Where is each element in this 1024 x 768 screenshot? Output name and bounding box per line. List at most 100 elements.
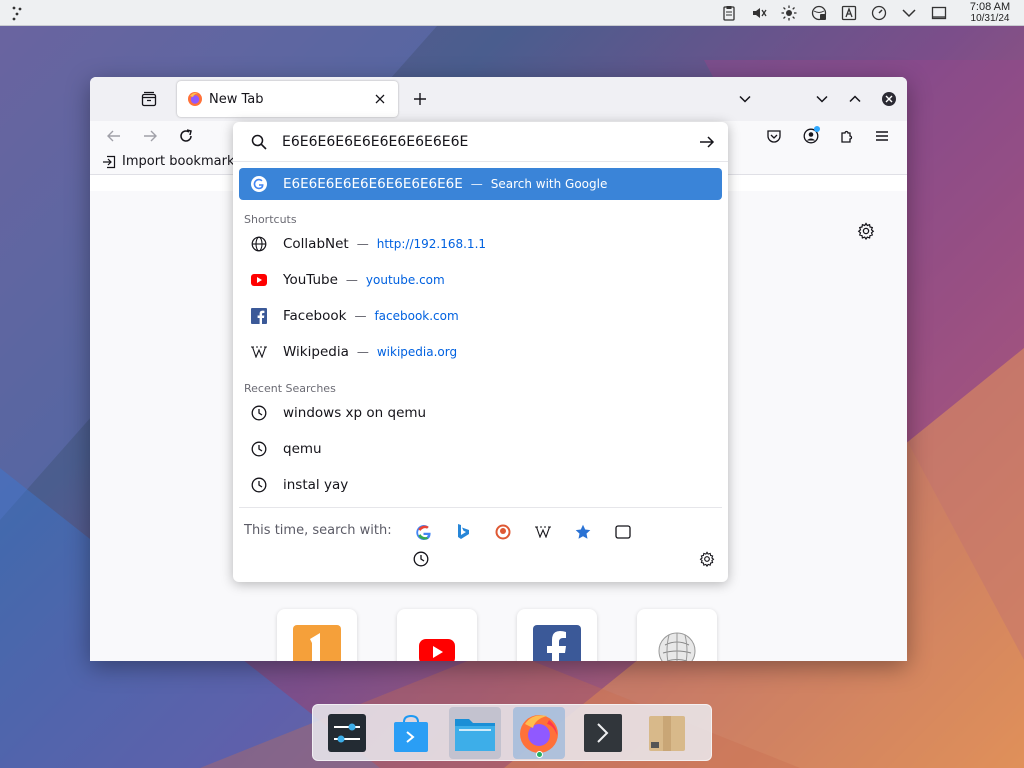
- firefox-launcher[interactable]: [513, 706, 565, 759]
- divider: [239, 507, 722, 508]
- firefox-favicon-icon: [187, 91, 203, 107]
- top-site-facebook[interactable]: [517, 609, 597, 661]
- shortcut-title: YouTube: [283, 272, 338, 288]
- recent-search-title: qemu: [283, 441, 322, 457]
- shortcut-row[interactable]: Facebook — facebook.com: [239, 300, 722, 332]
- wikipedia-icon[interactable]: [534, 523, 552, 541]
- shortcut-row[interactable]: YouTube — youtube.com: [239, 264, 722, 296]
- back-arrow-icon[interactable]: [103, 125, 125, 147]
- running-indicator: [536, 750, 543, 758]
- shortcut-row[interactable]: CollabNet — http://192.168.1.1: [239, 228, 722, 260]
- discover-bag-icon: [394, 714, 428, 752]
- brightness-icon[interactable]: [776, 2, 802, 24]
- bookmarks-star-icon[interactable]: [574, 523, 592, 541]
- search-settings-gear-icon[interactable]: [699, 551, 717, 569]
- firefox-icon: [520, 714, 558, 753]
- new-tab-plus-icon[interactable]: [409, 88, 431, 110]
- terminal-launcher[interactable]: [577, 707, 629, 759]
- archive-manager-launcher[interactable]: [641, 707, 693, 759]
- discover-store-launcher[interactable]: [385, 707, 437, 759]
- search-suggestion-row[interactable]: E6E6E6E6E6E6E6E6E6E6E — Search with Goog…: [239, 168, 722, 200]
- network-icon[interactable]: [806, 2, 832, 24]
- suggestion-separator: —: [470, 177, 483, 191]
- close-tab-icon[interactable]: [372, 91, 388, 107]
- firefox-view-icon[interactable]: [138, 88, 160, 110]
- system-settings-launcher[interactable]: [321, 707, 373, 759]
- go-arrow-icon[interactable]: [699, 134, 715, 150]
- recent-search-row[interactable]: instal yay: [239, 469, 722, 501]
- recent-search-title: instal yay: [283, 477, 349, 493]
- google-icon[interactable]: [414, 523, 432, 541]
- close-window-icon[interactable]: [878, 88, 900, 110]
- tab-bar: New Tab: [90, 77, 907, 121]
- recent-searches-group-label: Recent Searches: [244, 382, 336, 395]
- history-icon[interactable]: [413, 551, 431, 569]
- maximize-window-icon[interactable]: [844, 88, 866, 110]
- shortcut-url: wikipedia.org: [376, 345, 458, 359]
- shortcut-title: Facebook: [283, 308, 347, 324]
- clipboard-icon[interactable]: [716, 2, 742, 24]
- recent-search-row[interactable]: qemu: [239, 433, 722, 465]
- keyboard-layout-icon[interactable]: [836, 2, 862, 24]
- history-clock-icon: [251, 405, 267, 421]
- forward-arrow-icon[interactable]: [139, 125, 161, 147]
- top-site-collabnet[interactable]: [277, 609, 357, 661]
- mute-icon[interactable]: [746, 2, 772, 24]
- top-site-youtube[interactable]: [397, 609, 477, 661]
- shortcut-url: facebook.com: [374, 309, 459, 323]
- globe-icon: [251, 236, 267, 252]
- suggestion-title: E6E6E6E6E6E6E6E6E6E6E: [283, 176, 463, 192]
- shortcut-title: CollabNet: [283, 236, 349, 252]
- clock-time: 7:08 AM: [969, 0, 1011, 13]
- reload-icon[interactable]: [175, 125, 197, 147]
- oneoff-search-label: This time, search with:: [244, 523, 392, 538]
- folder-icon: [455, 718, 495, 751]
- search-icon: [251, 134, 267, 150]
- customize-gear-icon[interactable]: [857, 222, 875, 241]
- import-icon: [103, 155, 116, 168]
- clock-date: 10/31/24: [970, 12, 1010, 24]
- account-icon[interactable]: [800, 125, 822, 147]
- updates-icon[interactable]: [866, 2, 892, 24]
- archive-box-icon: [649, 715, 685, 751]
- top-site-wikipedia[interactable]: [637, 609, 717, 661]
- facebook-icon: [533, 625, 581, 661]
- youtube-icon: [251, 272, 267, 288]
- clock[interactable]: 7:08 AM 10/31/24: [962, 0, 1018, 24]
- file-manager-launcher[interactable]: [449, 706, 501, 759]
- urlbar-dropdown: E6E6E6E6E6E6E6E6E6E6E — Search with Goog…: [233, 122, 728, 582]
- shortcut-row[interactable]: Wikipedia — wikipedia.org: [239, 336, 722, 368]
- recent-search-row[interactable]: windows xp on qemu: [239, 397, 722, 429]
- tab-new-tab[interactable]: New Tab: [177, 81, 398, 117]
- urlbar-input[interactable]: [282, 132, 682, 152]
- app-launcher-icon[interactable]: [6, 2, 32, 24]
- show-desktop-icon[interactable]: [926, 2, 952, 24]
- list-all-tabs-chevron-icon[interactable]: [734, 88, 756, 110]
- minimize-window-icon[interactable]: [811, 88, 833, 110]
- tab-title: New Tab: [209, 91, 264, 107]
- youtube-icon: [413, 625, 461, 661]
- import-bookmarks-button[interactable]: Import bookmark: [102, 154, 234, 169]
- import-bookmarks-label: Import bookmark: [122, 154, 235, 169]
- shortcut-title: Wikipedia: [283, 344, 349, 360]
- history-clock-icon: [251, 441, 267, 457]
- facebook-icon: [251, 308, 267, 324]
- recent-search-title: windows xp on qemu: [283, 405, 427, 421]
- shortcut-separator: —: [354, 309, 367, 323]
- shortcut-separator: —: [356, 237, 369, 251]
- hamburger-menu-icon[interactable]: [871, 125, 893, 147]
- google-icon: [251, 176, 267, 192]
- notification-dot: [814, 126, 820, 132]
- taskbar-dock: [312, 704, 712, 761]
- collabnet-icon: [293, 625, 341, 661]
- chevron-down-icon[interactable]: [896, 2, 922, 24]
- duckduckgo-icon[interactable]: [494, 523, 512, 541]
- pocket-icon[interactable]: [763, 125, 785, 147]
- extensions-puzzle-icon[interactable]: [836, 125, 858, 147]
- system-settings-icon: [328, 713, 366, 752]
- tabs-icon[interactable]: [614, 523, 632, 541]
- terminal-icon: [584, 713, 622, 752]
- bing-icon[interactable]: [454, 523, 472, 541]
- shortcut-url: youtube.com: [365, 273, 445, 287]
- shortcut-separator: —: [345, 273, 358, 287]
